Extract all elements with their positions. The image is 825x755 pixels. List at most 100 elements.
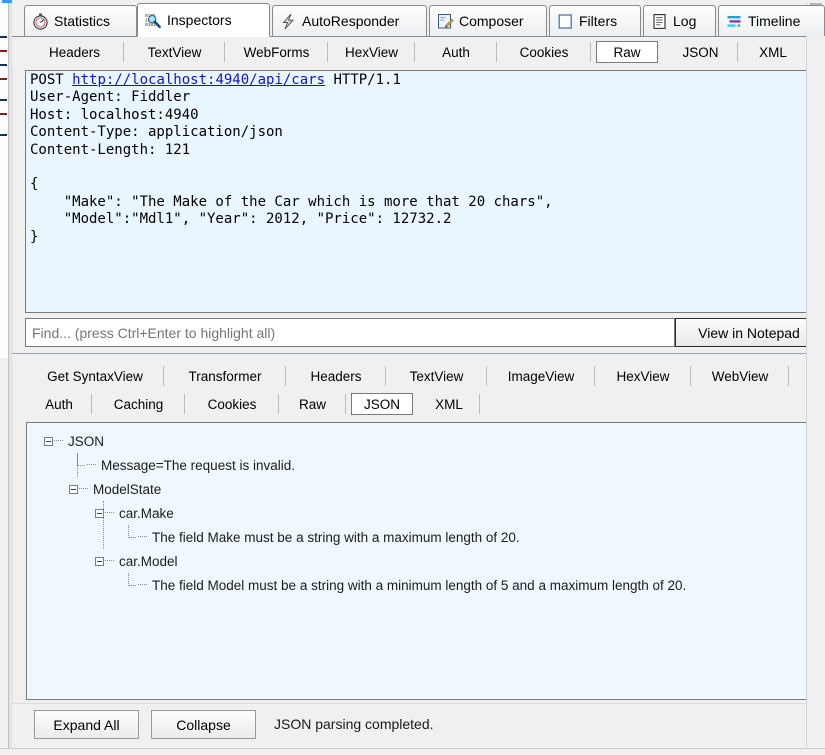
inspector-top-tabstrip: Statistics 0101 1010 0101 Inspectors <box>12 3 825 37</box>
request-header-line: User-Agent: Fiddler <box>30 89 191 106</box>
tab-log[interactable]: Log <box>643 5 716 36</box>
json-bottom-bar: Expand All Collapse JSON parsing complet… <box>12 703 825 748</box>
tree-node-label: The field Model must be a string with a … <box>152 577 687 593</box>
timeline-bars-icon <box>726 13 743 30</box>
request-tab-hexview[interactable]: HexView <box>328 41 415 63</box>
tree-connector <box>79 488 88 490</box>
tree-node-make-error[interactable]: The field Make must be a string with a m… <box>27 525 807 549</box>
session-tick <box>0 99 7 101</box>
tab-label: Raw <box>613 44 641 60</box>
horizontal-splitter[interactable] <box>12 353 825 361</box>
session-tick <box>0 78 7 80</box>
response-tab-auth[interactable]: Auth <box>26 393 92 415</box>
tree-node-label: JSON <box>68 433 105 449</box>
json-tree: JSON Message=The request is invalid. Mod… <box>27 429 807 597</box>
tree-node-message[interactable]: Message=The request is invalid. <box>27 453 807 477</box>
session-tick <box>0 64 7 66</box>
collapse-toggle-icon[interactable] <box>44 436 53 446</box>
tree-connector <box>138 584 147 586</box>
response-tab-textview[interactable]: TextView <box>386 365 487 387</box>
request-raw-text: POST http://localhost:4940/api/cars HTTP… <box>30 72 553 246</box>
response-tab-caching[interactable]: Caching <box>92 393 185 415</box>
tab-autoresponder[interactable]: AutoResponder <box>272 5 427 36</box>
find-input[interactable] <box>25 318 675 347</box>
tab-label: Inspectors <box>167 12 232 28</box>
tab-label: Timeline <box>748 13 801 29</box>
response-tab-get-syntaxview[interactable]: Get SyntaxView <box>26 365 164 387</box>
tab-composer[interactable]: Composer <box>429 5 547 36</box>
stopwatch-icon <box>32 13 49 30</box>
tree-node-root[interactable]: JSON <box>27 429 807 453</box>
request-raw-view[interactable]: POST http://localhost:4940/api/cars HTTP… <box>25 70 808 313</box>
response-tab-raw[interactable]: Raw <box>279 393 346 415</box>
request-tab-headers[interactable]: Headers <box>25 41 124 63</box>
tab-label: Log <box>673 13 697 29</box>
request-url-link[interactable]: http://localhost:4940/api/cars <box>72 72 325 88</box>
request-tab-webforms[interactable]: WebForms <box>225 41 328 63</box>
status-message: JSON parsing completed. <box>274 716 434 732</box>
tree-node-model-error[interactable]: The field Model must be a string with a … <box>27 573 807 597</box>
tab-filters[interactable]: Filters <box>549 5 641 36</box>
tree-node-label: car.Model <box>119 553 178 569</box>
tab-label: WebForms <box>243 44 310 60</box>
request-body-line: "Model":"Mdl1", "Year": 2012, "Price": 1… <box>30 211 452 228</box>
tab-statistics[interactable]: Statistics <box>24 5 137 36</box>
tab-timeline[interactable]: Timeline <box>718 5 825 36</box>
request-inspector-tabs: Headers TextView WebForms HexView Auth C… <box>12 38 825 66</box>
collapse-button[interactable]: Collapse <box>151 710 256 739</box>
button-label: Collapse <box>176 716 231 733</box>
tree-node-car-make[interactable]: car.Make <box>27 501 807 525</box>
response-tab-cookies[interactable]: Cookies <box>185 393 279 415</box>
request-tab-textview[interactable]: TextView <box>124 41 225 63</box>
session-tick <box>0 50 7 52</box>
tab-label: Raw <box>298 396 326 412</box>
tree-node-label: ModelState <box>93 481 162 497</box>
view-in-notepad-button[interactable]: View in Notepad <box>675 318 823 347</box>
tree-connector <box>54 440 63 442</box>
tab-label: AutoResponder <box>302 13 400 29</box>
response-tab-headers[interactable]: Headers <box>286 365 386 387</box>
expand-all-button[interactable]: Expand All <box>34 710 139 739</box>
tree-node-modelstate[interactable]: ModelState <box>27 477 807 501</box>
inspectors-icon: 0101 1010 0101 <box>145 12 162 29</box>
tree-connector <box>138 536 147 538</box>
tab-label: Cookies <box>207 396 257 412</box>
response-tab-webview[interactable]: WebView <box>691 365 789 387</box>
response-tab-hexview[interactable]: HexView <box>595 365 691 387</box>
session-tick <box>0 113 7 115</box>
tree-node-label: Message=The request is invalid. <box>101 457 295 473</box>
tab-label: XML <box>435 396 463 412</box>
tab-label: Transformer <box>188 368 262 384</box>
session-list-edge <box>0 0 13 754</box>
tab-inspectors[interactable]: 0101 1010 0101 Inspectors <box>137 3 270 37</box>
tree-connector <box>105 560 114 562</box>
tree-connector <box>124 525 137 549</box>
session-tick <box>0 36 7 38</box>
response-tab-transformer[interactable]: Transformer <box>164 365 286 387</box>
request-tab-raw[interactable]: Raw <box>596 41 658 63</box>
tree-node-label: car.Make <box>119 505 174 521</box>
request-tab-auth[interactable]: Auth <box>415 41 497 63</box>
tab-label: Filters <box>579 13 618 29</box>
collapse-toggle-icon[interactable] <box>95 556 104 566</box>
tree-connector <box>77 453 78 477</box>
tab-label: Headers <box>310 368 362 384</box>
tab-label: HexView <box>344 44 399 60</box>
collapse-toggle-icon[interactable] <box>69 484 78 494</box>
tab-label: Caching <box>113 396 164 412</box>
tree-node-car-model[interactable]: car.Model <box>27 549 807 573</box>
find-bar: View in Notepad <box>25 318 825 349</box>
response-tab-imageview[interactable]: ImageView <box>487 365 595 387</box>
response-tab-json[interactable]: JSON <box>351 393 413 415</box>
blank-square-icon <box>557 13 574 30</box>
tab-label: TextView <box>409 368 464 384</box>
tab-label: TextView <box>147 44 202 60</box>
tab-label: JSON <box>363 396 400 412</box>
request-tab-xml[interactable]: XML <box>738 41 808 63</box>
tab-label: Cookies <box>519 44 569 60</box>
request-tab-json[interactable]: JSON <box>663 41 738 63</box>
session-tick <box>0 134 7 136</box>
request-tab-cookies[interactable]: Cookies <box>497 41 591 63</box>
response-tab-xml[interactable]: XML <box>418 393 480 415</box>
response-json-treeview[interactable]: JSON Message=The request is invalid. Mod… <box>26 422 808 700</box>
